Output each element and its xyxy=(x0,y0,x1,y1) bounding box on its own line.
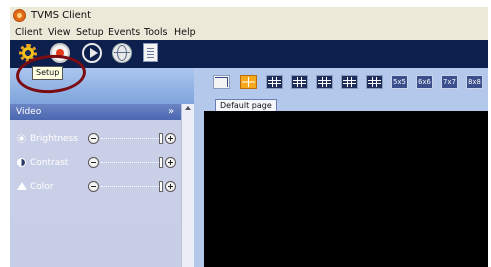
layout-toolbar: 5x5 6x6 7x7 8x8 xyxy=(194,68,488,97)
menu-events[interactable]: Events xyxy=(108,26,140,39)
layout-3x3-button[interactable] xyxy=(266,75,283,89)
app-window: TVMS Client Client View Setup Events Too… xyxy=(10,7,488,267)
contrast-slider-thumb[interactable] xyxy=(159,157,163,168)
contrast-control: Contrast xyxy=(10,156,181,170)
menu-help[interactable]: Help xyxy=(174,26,196,39)
brightness-icon xyxy=(17,134,26,143)
color-icon xyxy=(17,182,27,190)
brightness-slider-track[interactable] xyxy=(101,138,161,140)
layout-2x2-button[interactable] xyxy=(240,75,257,89)
menu-client[interactable]: Client xyxy=(15,26,43,39)
contrast-icon xyxy=(17,158,26,167)
vertical-scrollbar[interactable] xyxy=(181,104,194,267)
brightness-decrease-button[interactable] xyxy=(88,133,99,144)
brightness-label: Brightness xyxy=(30,134,78,144)
scroll-up-icon[interactable] xyxy=(185,106,191,110)
brightness-slider-thumb[interactable] xyxy=(159,133,163,144)
video-section-title: Video xyxy=(16,107,42,117)
menu-setup[interactable]: Setup xyxy=(76,26,104,39)
video-section-header[interactable]: Video » xyxy=(10,104,181,120)
contrast-slider-track[interactable] xyxy=(101,162,161,164)
layout-8x8-button[interactable]: 8x8 xyxy=(466,75,483,89)
contrast-increase-button[interactable] xyxy=(165,157,176,168)
video-area-margin xyxy=(194,111,204,267)
page-tab-strip: Default page xyxy=(194,97,488,113)
layout-5x5-button[interactable]: 5x5 xyxy=(391,75,408,89)
title-bar: TVMS Client xyxy=(10,7,488,26)
app-logo-icon xyxy=(13,9,26,22)
layout-1plus5-button[interactable] xyxy=(316,75,333,89)
color-slider-thumb[interactable] xyxy=(159,181,163,192)
layout-1plus12-button[interactable] xyxy=(366,75,383,89)
layout-1plus7-button[interactable] xyxy=(341,75,358,89)
contrast-decrease-button[interactable] xyxy=(88,157,99,168)
layout-1x1-button[interactable] xyxy=(213,75,230,89)
color-slider-track[interactable] xyxy=(101,186,161,188)
menu-bar: Client View Setup Events Tools Help xyxy=(10,25,488,41)
color-control: Color xyxy=(10,180,181,194)
brightness-control: Brightness xyxy=(10,132,181,146)
globe-icon[interactable] xyxy=(112,43,132,63)
menu-view[interactable]: View xyxy=(48,26,71,39)
brightness-increase-button[interactable] xyxy=(165,133,176,144)
video-display-area[interactable] xyxy=(204,111,488,267)
color-label: Color xyxy=(30,182,54,192)
layout-4x4-button[interactable] xyxy=(291,75,308,89)
collapse-chevron-icon[interactable]: » xyxy=(168,105,174,118)
video-controls: Brightness Contrast Color xyxy=(10,120,181,219)
left-panel: Video » Brightness Contrast Color xyxy=(10,104,194,267)
color-decrease-button[interactable] xyxy=(88,181,99,192)
layout-6x6-button[interactable]: 6x6 xyxy=(416,75,433,89)
menu-tools[interactable]: Tools xyxy=(144,26,167,39)
play-icon[interactable] xyxy=(82,43,102,63)
window-title: TVMS Client xyxy=(31,10,92,21)
document-icon[interactable] xyxy=(143,43,158,62)
contrast-label: Contrast xyxy=(30,158,69,168)
layout-7x7-button[interactable]: 7x7 xyxy=(441,75,458,89)
color-increase-button[interactable] xyxy=(165,181,176,192)
